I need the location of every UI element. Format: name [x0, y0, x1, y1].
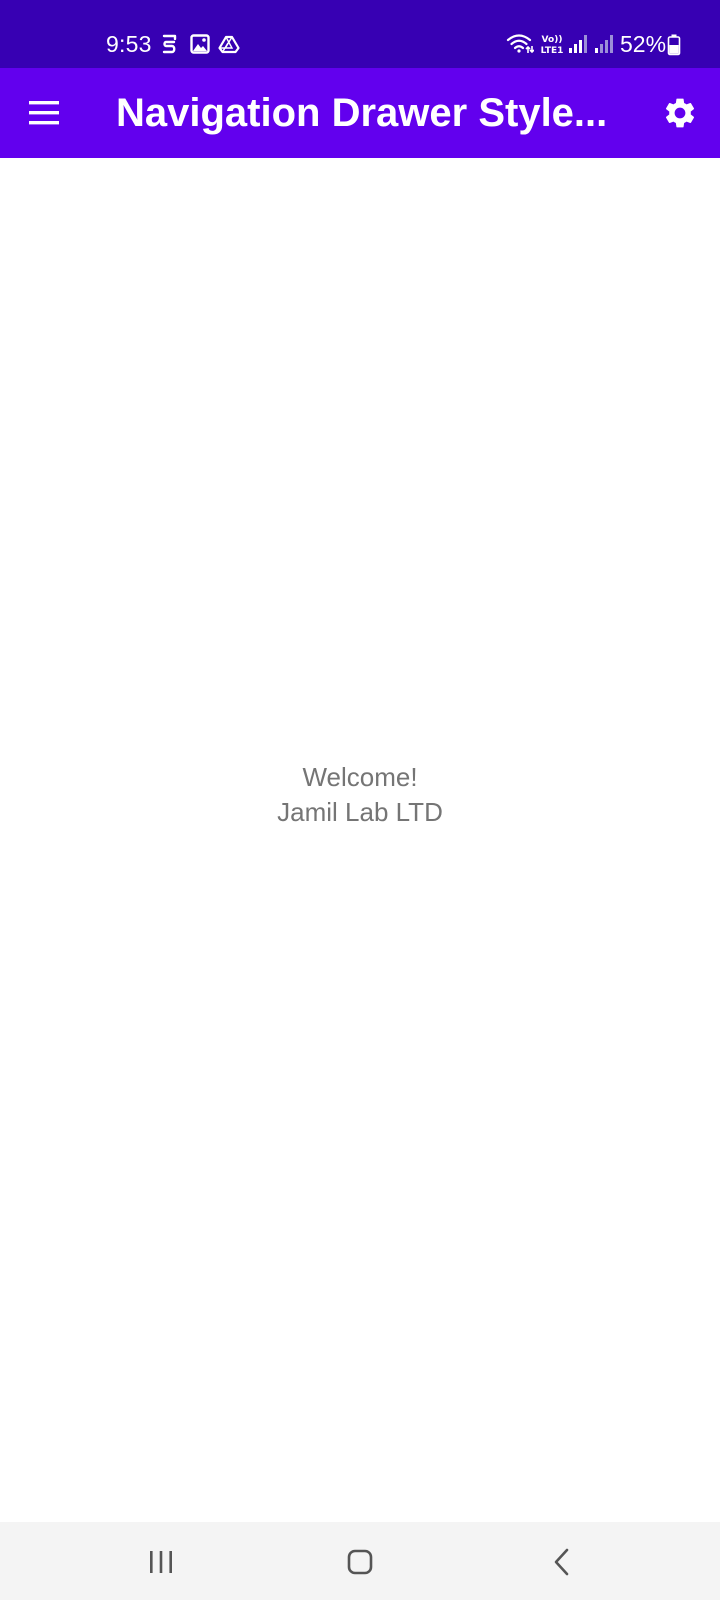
system-navigation-bar [0, 1522, 720, 1600]
menu-button[interactable] [22, 91, 66, 135]
volte-icon: Vo)) LTE1 [541, 35, 564, 56]
signal-icon [595, 35, 613, 53]
svg-text:LTE1: LTE1 [541, 46, 564, 56]
back-icon [554, 1548, 569, 1576]
back-button[interactable] [538, 1537, 588, 1587]
gear-icon [665, 98, 695, 128]
svg-text:Vo)): Vo)) [542, 35, 563, 45]
gallery-icon [190, 34, 210, 54]
recent-apps-button[interactable] [136, 1537, 186, 1587]
battery-percentage: 52% [620, 31, 667, 57]
drive-icon [218, 35, 240, 54]
signal-icon [569, 35, 587, 53]
company-name-text: Jamil Lab LTD [277, 797, 443, 827]
status-time: 9:53 [106, 31, 152, 57]
app-bar: Navigation Drawer Style... [0, 68, 720, 158]
welcome-message: Welcome! Jamil Lab LTD [0, 760, 720, 830]
screen: 9:53 Vo)) LTE1 52% Navigation Drawer Sty… [0, 0, 720, 1600]
home-icon [347, 1549, 373, 1575]
settings-button[interactable] [662, 95, 698, 131]
recent-apps-icon [150, 1551, 172, 1573]
wifi-icon [506, 34, 534, 54]
hamburger-menu-icon [29, 101, 59, 125]
home-button[interactable] [335, 1537, 385, 1587]
welcome-text: Welcome! [302, 762, 418, 792]
s-notification-icon [162, 34, 177, 54]
app-title: Navigation Drawer Style... [116, 91, 608, 135]
battery-icon [667, 34, 681, 56]
main-content: Welcome! Jamil Lab LTD [0, 158, 720, 1522]
status-bar: 9:53 Vo)) LTE1 52% [0, 0, 720, 68]
